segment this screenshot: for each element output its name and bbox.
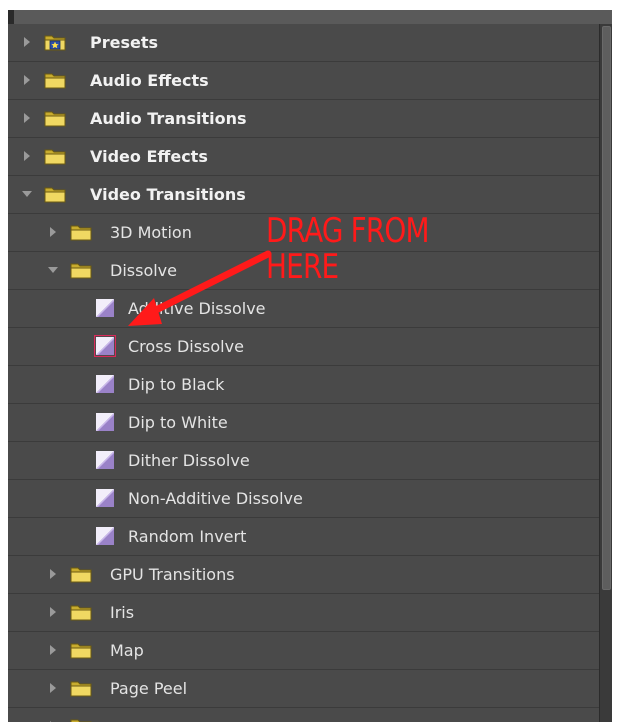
vertical-scrollbar[interactable]: [599, 24, 612, 722]
effects-tree: Presets Audio Effects Audio Transitions Vid…: [8, 24, 599, 722]
row-label: Non-Additive Dissolve: [128, 489, 303, 508]
row-label: Cross Dissolve: [128, 337, 244, 356]
folder-icon: [44, 147, 66, 165]
expand-triangle-right-icon[interactable]: [48, 645, 58, 655]
transition-icon: [94, 373, 116, 395]
drag-annotation-text: DRAG FROM HERE: [266, 211, 430, 287]
row-label: Dip to Black: [128, 375, 225, 394]
folder-icon: [70, 679, 92, 697]
row-label: 3D Motion: [110, 223, 192, 242]
screenshot-frame: Presets Audio Effects Audio Transitions Vid…: [0, 0, 620, 722]
folder-icon: [70, 603, 92, 621]
transition-icon: [94, 411, 116, 433]
row-label: Presets: [90, 33, 159, 52]
folder-row-unnamed[interactable]: [8, 708, 599, 722]
transition-item-dip-to-black[interactable]: Dip to Black: [8, 366, 599, 404]
expand-triangle-down-icon[interactable]: [22, 189, 32, 199]
preset-folder-icon: [44, 33, 66, 51]
transition-item-random-invert[interactable]: Random Invert: [8, 518, 599, 556]
transition-item-additive-dissolve[interactable]: Additive Dissolve: [8, 290, 599, 328]
transition-icon: [94, 525, 116, 547]
row-label: Page Peel: [110, 679, 188, 698]
scrollbar-thumb[interactable]: [602, 26, 611, 590]
transition-icon: [94, 297, 116, 319]
folder-icon: [44, 71, 66, 89]
expand-triangle-right-icon[interactable]: [48, 607, 58, 617]
folder-icon: [70, 223, 92, 241]
annotation-line-2: HERE: [266, 247, 339, 287]
folder-row-gpu-transitions[interactable]: GPU Transitions: [8, 556, 599, 594]
expand-triangle-right-icon[interactable]: [22, 151, 32, 161]
row-label: Video Transitions: [90, 185, 246, 204]
row-label: Dither Dissolve: [128, 451, 250, 470]
folder-row-iris[interactable]: Iris: [8, 594, 599, 632]
row-label: Iris: [110, 603, 135, 622]
row-label: GPU Transitions: [110, 565, 235, 584]
row-label: Audio Transitions: [90, 109, 247, 128]
folder-icon: [70, 261, 92, 279]
red-arrow-icon: [128, 250, 272, 326]
row-label: Dip to White: [128, 413, 228, 432]
folder-icon: [44, 185, 66, 203]
expand-triangle-right-icon[interactable]: [48, 683, 58, 693]
transition-item-non-additive-dissolve[interactable]: Non-Additive Dissolve: [8, 480, 599, 518]
folder-icon: [70, 641, 92, 659]
transition-icon: [94, 449, 116, 471]
folder-row-page-peel[interactable]: Page Peel: [8, 670, 599, 708]
transition-icon: [94, 487, 116, 509]
row-label: Map: [110, 641, 144, 660]
expand-triangle-right-icon[interactable]: [22, 37, 32, 47]
effects-panel: Presets Audio Effects Audio Transitions Vid…: [8, 10, 612, 722]
row-label: Video Effects: [90, 147, 208, 166]
transition-item-dip-to-white[interactable]: Dip to White: [8, 404, 599, 442]
expand-triangle-right-icon[interactable]: [22, 75, 32, 85]
folder-icon: [70, 565, 92, 583]
annotation-line-1: DRAG FROM: [266, 211, 430, 251]
transition-item-cross-dissolve[interactable]: Cross Dissolve: [8, 328, 599, 366]
row-label: Audio Effects: [90, 71, 209, 90]
transition-icon: [94, 335, 116, 357]
expand-triangle-right-icon[interactable]: [48, 569, 58, 579]
row-label: Random Invert: [128, 527, 247, 546]
folder-row-map[interactable]: Map: [8, 632, 599, 670]
folder-row-audio-effects[interactable]: Audio Effects: [8, 62, 599, 100]
expand-triangle-right-icon[interactable]: [48, 227, 58, 237]
expand-triangle-down-icon[interactable]: [48, 265, 58, 275]
panel-header-corner: [8, 10, 14, 24]
panel-header-strip: [8, 10, 612, 25]
folder-row-audio-transitions[interactable]: Audio Transitions: [8, 100, 599, 138]
folder-row-video-transitions[interactable]: Video Transitions: [8, 176, 599, 214]
folder-row-presets[interactable]: Presets: [8, 24, 599, 62]
transition-item-dither-dissolve[interactable]: Dither Dissolve: [8, 442, 599, 480]
expand-triangle-right-icon[interactable]: [22, 113, 32, 123]
folder-icon: [44, 109, 66, 127]
folder-row-video-effects[interactable]: Video Effects: [8, 138, 599, 176]
folder-icon: [70, 717, 92, 722]
